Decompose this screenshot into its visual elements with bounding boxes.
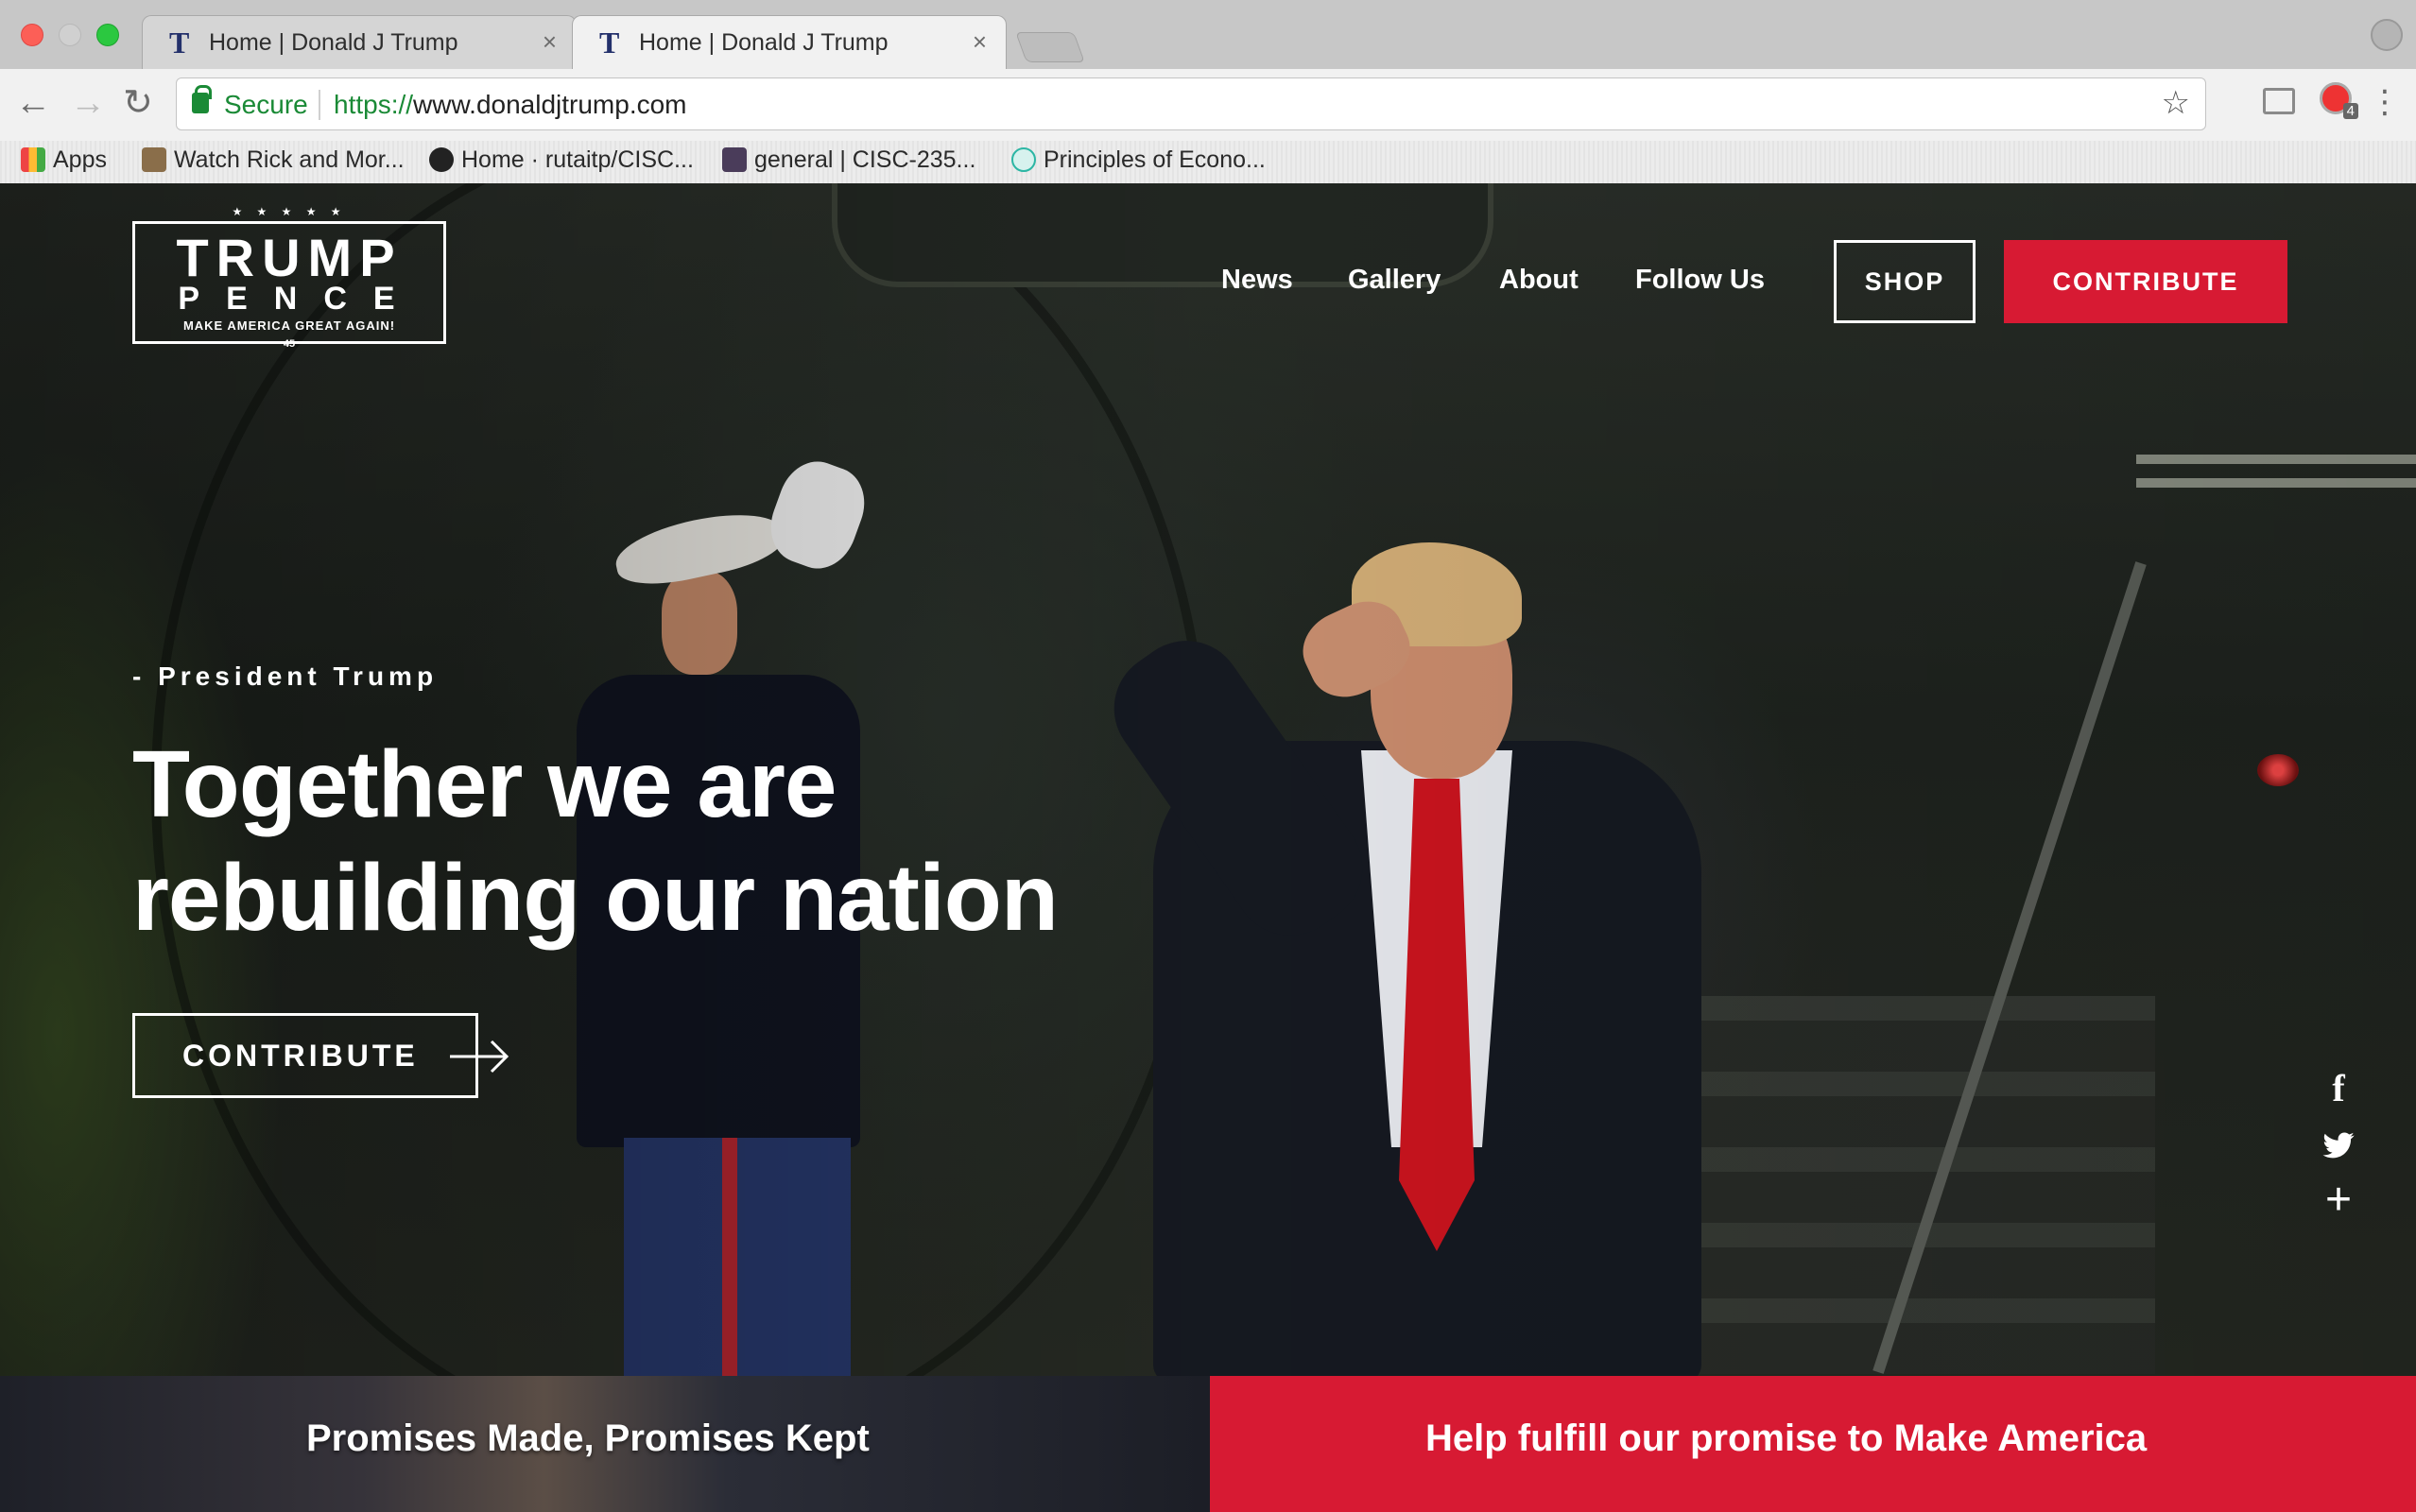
- close-tab-icon[interactable]: ×: [973, 27, 987, 57]
- econ-icon: [1011, 147, 1036, 172]
- logo-tagline: MAKE AMERICA GREAT AGAIN!: [182, 318, 396, 333]
- twitter-icon[interactable]: [2321, 1128, 2356, 1162]
- address-bar[interactable]: Secure https://www.donaldjtrump.com ☆: [176, 77, 2206, 130]
- logo-number: 45: [283, 338, 296, 350]
- new-tab-button[interactable]: [1015, 32, 1085, 62]
- bookmark-item[interactable]: Principles of Econo...: [1011, 146, 1266, 174]
- close-window-button[interactable]: [21, 24, 43, 46]
- site-favicon-icon: T: [169, 26, 190, 60]
- omnibox-divider: [319, 90, 320, 120]
- site-favicon-icon: T: [599, 26, 620, 60]
- tab-strip: T Home | Donald J Trump × T Home | Donal…: [0, 0, 2416, 69]
- url-text[interactable]: https://www.donaldjtrump.com: [334, 90, 687, 120]
- url-host: www.donaldjtrump.com: [413, 90, 687, 119]
- browser-tab-active[interactable]: T Home | Donald J Trump ×: [572, 15, 1007, 69]
- hero-headline: Together we are rebuilding our nation: [132, 728, 1267, 954]
- logo-stars: ★ ★ ★ ★ ★: [232, 205, 347, 218]
- nav-gallery[interactable]: Gallery: [1348, 265, 1441, 296]
- promises-heading: Promises Made, Promises Kept: [306, 1418, 870, 1459]
- minimize-window-button[interactable]: [59, 24, 81, 46]
- tv-icon: [142, 147, 166, 172]
- headline-line-1: Together we are: [132, 731, 837, 837]
- hero-kicker: - President Trump: [132, 662, 439, 691]
- zoom-window-button[interactable]: [96, 24, 119, 46]
- hero-section: ★ ★ ★ ★ ★ TRUMP PENCE MAKE AMERICA GREAT…: [0, 183, 2416, 1450]
- tab-title: Home | Donald J Trump: [209, 29, 458, 56]
- facebook-icon[interactable]: f: [2321, 1070, 2356, 1108]
- nav-news[interactable]: News: [1221, 265, 1293, 296]
- help-heading: Help fulfill our promise to Make America: [1425, 1418, 2148, 1459]
- site-logo[interactable]: ★ ★ ★ ★ ★ TRUMP PENCE MAKE AMERICA GREAT…: [132, 205, 446, 350]
- apps-grid-icon: [21, 147, 45, 172]
- extension-icon[interactable]: 4: [2320, 82, 2358, 119]
- bookmark-label: Watch Rick and Mor...: [174, 146, 405, 173]
- browser-tab[interactable]: T Home | Donald J Trump ×: [142, 15, 577, 69]
- close-tab-icon[interactable]: ×: [543, 27, 557, 57]
- nav-about[interactable]: About: [1499, 265, 1579, 296]
- bookmark-label: Apps: [53, 146, 107, 173]
- logo-line-1: TRUMP: [176, 228, 403, 287]
- nav-follow-us[interactable]: Follow Us: [1635, 265, 1765, 296]
- cast-icon[interactable]: [2263, 88, 2295, 114]
- lock-icon: [192, 85, 212, 113]
- logo-line-2: PENCE: [178, 281, 422, 317]
- back-arrow-icon[interactable]: ←: [15, 84, 51, 122]
- browser-chrome: T Home | Donald J Trump × T Home | Donal…: [0, 0, 2416, 183]
- profile-avatar-icon[interactable]: [2371, 19, 2403, 51]
- extension-badge-count: 4: [2342, 103, 2358, 119]
- bookmark-label: Home · rutaitp/CISC...: [461, 146, 694, 173]
- slack-hash-icon: [722, 147, 747, 172]
- bookmark-label: Principles of Econo...: [1044, 146, 1266, 173]
- browser-toolbar: ← → ↻ Secure https://www.donaldjtrump.co…: [0, 69, 2416, 141]
- shop-button[interactable]: SHOP: [1834, 240, 1976, 323]
- promises-panel[interactable]: Promises Made, Promises Kept: [0, 1376, 1210, 1512]
- help-panel[interactable]: Help fulfill our promise to Make America: [1210, 1376, 2416, 1512]
- hero-contribute-button[interactable]: CONTRIBUTE: [132, 1013, 478, 1098]
- plus-icon[interactable]: +: [2321, 1177, 2356, 1223]
- github-icon: [429, 147, 454, 172]
- bookmark-item[interactable]: general | CISC-235...: [722, 146, 975, 174]
- bookmark-item[interactable]: Home · rutaitp/CISC...: [429, 146, 694, 174]
- browser-menu-icon[interactable]: ⋮: [2369, 86, 2401, 118]
- web-page: ★ ★ ★ ★ ★ TRUMP PENCE MAKE AMERICA GREAT…: [0, 183, 2416, 1512]
- bookmark-label: general | CISC-235...: [754, 146, 976, 173]
- forward-arrow-icon[interactable]: →: [70, 84, 106, 122]
- arrow-right-icon: [450, 1040, 509, 1074]
- bookmark-star-icon[interactable]: ☆: [2162, 84, 2190, 122]
- bookmark-item[interactable]: Apps: [21, 146, 107, 174]
- tab-title: Home | Donald J Trump: [639, 29, 889, 56]
- headline-line-2: rebuilding our nation: [132, 845, 1059, 951]
- reload-icon[interactable]: ↻: [123, 84, 153, 122]
- bookmark-item[interactable]: Watch Rick and Mor...: [142, 146, 405, 174]
- url-scheme: https://: [334, 90, 414, 119]
- bookmarks-bar: Apps Watch Rick and Mor... Home · rutait…: [0, 141, 2416, 183]
- secure-label: Secure: [224, 90, 308, 119]
- contribute-header-button[interactable]: CONTRIBUTE: [2004, 240, 2287, 323]
